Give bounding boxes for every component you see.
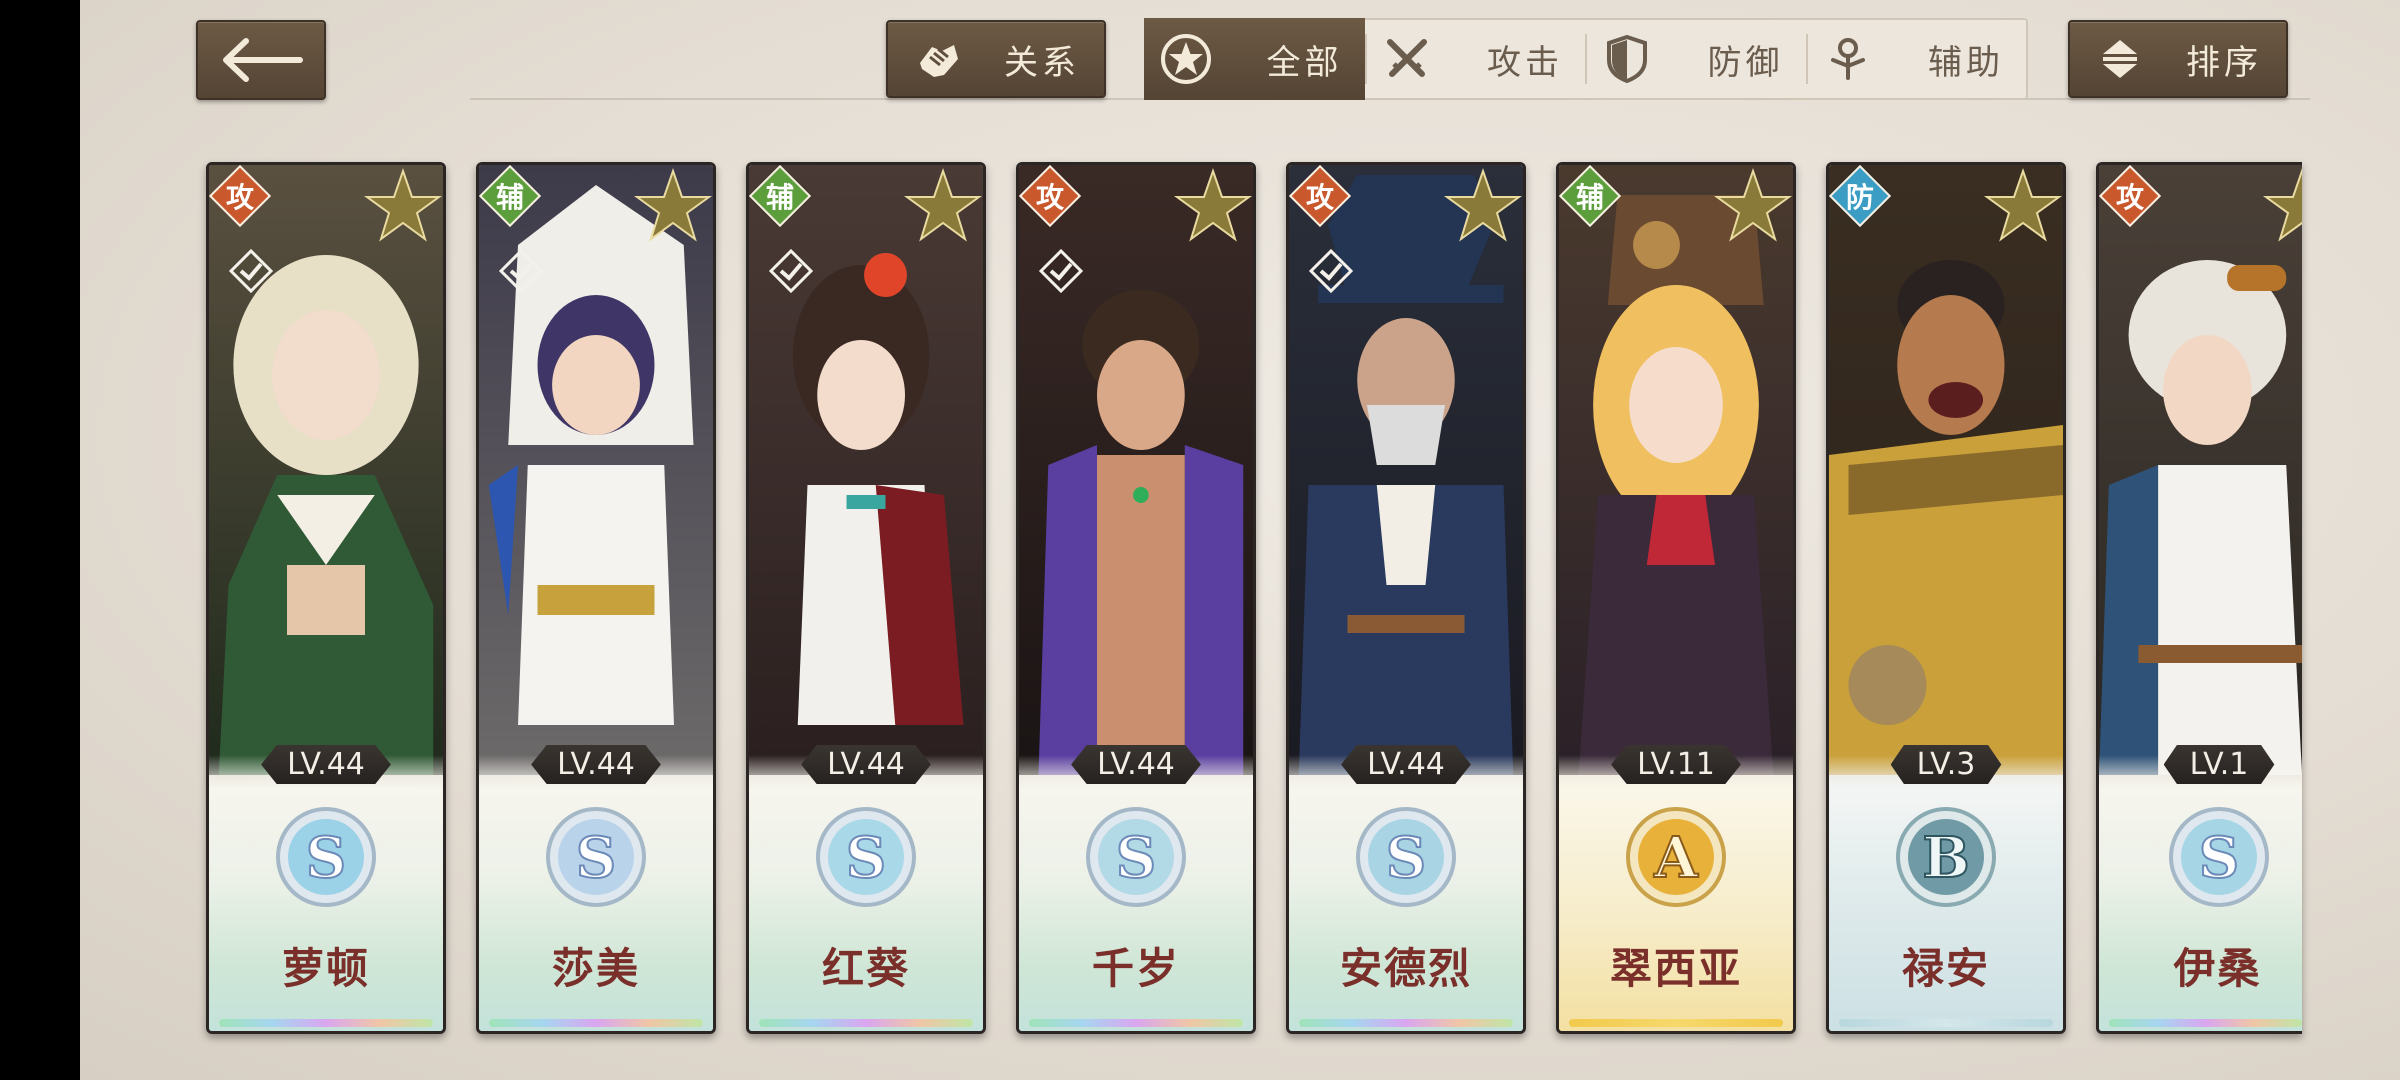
character-name: 禄安 [1901, 944, 1990, 993]
role-badge: 攻 [1019, 165, 1082, 228]
rarity-bar [1839, 1019, 2053, 1027]
character-card[interactable]: 攻 LV.44 S 千岁 [1016, 162, 1256, 1034]
rarity-bar [1569, 1019, 1783, 1027]
level-label: LV.44 [261, 745, 391, 784]
svg-text:S: S [306, 825, 346, 891]
character-name: 莎美 [551, 944, 640, 993]
tab-attack-label: 攻击 [1487, 42, 1563, 83]
sort-arrows-icon [2092, 31, 2148, 87]
rarity-bar [2109, 1019, 2302, 1027]
rank-s-icon: S [546, 807, 646, 907]
character-name: 红葵 [821, 944, 910, 993]
handshake-icon [910, 31, 966, 87]
svg-text:S: S [2199, 825, 2239, 891]
character-card[interactable]: 攻 LV.44 S 安德烈 [1286, 162, 1526, 1034]
level-label: LV.44 [1341, 745, 1471, 784]
star-icon [1983, 167, 2063, 242]
selected-check-icon [1038, 248, 1084, 294]
rank-b-icon: B [1896, 807, 1996, 907]
tab-support[interactable]: 辅助 [1805, 20, 2027, 98]
selected-check-icon [768, 248, 814, 294]
character-card[interactable]: 辅 LV.44 S 红葵 [746, 162, 986, 1034]
role-filter-tabs: 全部 攻击 防御 辅助 [1144, 18, 2028, 100]
star-icon [633, 167, 713, 242]
selected-check-icon [1308, 248, 1354, 294]
role-badge: 攻 [1289, 165, 1352, 228]
rarity-bar [489, 1019, 703, 1027]
character-card[interactable]: 辅 LV.44 S 莎美 [476, 162, 716, 1034]
character-card[interactable]: 防 LV.3 B 禄安 [1826, 162, 2066, 1034]
level-label: LV.3 [1890, 745, 2002, 784]
level-label: LV.11 [1611, 745, 1741, 784]
sort-label: 排序 [2186, 42, 2262, 83]
star-icon [903, 167, 983, 242]
svg-text:S: S [1116, 825, 1156, 891]
character-name: 安德烈 [1339, 944, 1472, 993]
rank-s-icon: S [1356, 807, 1456, 907]
rarity-bar [1299, 1019, 1513, 1027]
role-badge: 防 [1829, 165, 1892, 228]
character-name: 千岁 [1091, 944, 1180, 993]
level-label: LV.44 [1071, 745, 1201, 784]
relations-button[interactable]: 关系 [886, 20, 1106, 98]
role-badge: 辅 [479, 165, 542, 228]
back-button[interactable] [196, 20, 326, 100]
tab-all[interactable]: 全部 [1144, 18, 1365, 100]
character-name: 伊桑 [2173, 944, 2262, 993]
shield-icon [1599, 31, 1655, 87]
role-badge: 攻 [209, 165, 272, 228]
character-name: 翠西亚 [1609, 944, 1742, 993]
character-name: 萝顿 [281, 944, 370, 993]
rarity-bar [759, 1019, 973, 1027]
rank-s-icon: S [276, 807, 376, 907]
character-card[interactable]: 辅 LV.11 A 翠西亚 [1556, 162, 1796, 1034]
svg-text:S: S [1386, 825, 1426, 891]
selected-check-icon [498, 248, 544, 294]
sort-button[interactable]: 排序 [2068, 20, 2288, 98]
character-portrait [1829, 165, 2063, 775]
character-portrait [2099, 165, 2302, 775]
support-figure-icon [1820, 31, 1876, 87]
rank-s-icon: S [1086, 807, 1186, 907]
svg-text:S: S [846, 825, 886, 891]
selected-check-icon [228, 248, 274, 294]
star-icon [1713, 167, 1793, 242]
tab-support-label: 辅助 [1928, 42, 2004, 83]
character-card[interactable]: 攻 LV.1 S 伊桑 [2096, 162, 2302, 1034]
tab-attack[interactable]: 攻击 [1364, 20, 1586, 98]
level-label: LV.44 [801, 745, 931, 784]
level-label: LV.44 [531, 745, 661, 784]
star-icon [363, 167, 443, 242]
rank-s-icon: S [2169, 807, 2269, 907]
character-card[interactable]: 攻 LV.44 S 萝顿 [206, 162, 446, 1034]
star-icon [1443, 167, 1523, 242]
star-icon [2262, 167, 2302, 242]
rarity-bar [1029, 1019, 1243, 1027]
svg-text:B: B [1922, 825, 1969, 891]
rarity-bar [219, 1019, 433, 1027]
character-portrait [1559, 165, 1793, 775]
role-badge: 辅 [749, 165, 812, 228]
tab-defense-label: 防御 [1707, 42, 1784, 83]
back-arrow-icon [223, 38, 303, 82]
star-circle-icon [1158, 31, 1214, 87]
svg-text:S: S [576, 825, 616, 891]
svg-text:A: A [1653, 825, 1699, 891]
level-label: LV.1 [2163, 745, 2275, 784]
star-icon [1173, 167, 1253, 242]
role-badge: 辅 [1559, 165, 1622, 228]
screen-left-edge [0, 0, 80, 1080]
rank-a-icon: A [1626, 807, 1726, 907]
relations-label: 关系 [1004, 42, 1080, 83]
rank-s-icon: S [816, 807, 916, 907]
crossed-swords-icon [1379, 31, 1435, 87]
tab-all-label: 全部 [1266, 42, 1343, 83]
tab-defense[interactable]: 防御 [1585, 20, 1806, 98]
role-badge: 攻 [2099, 165, 2162, 228]
